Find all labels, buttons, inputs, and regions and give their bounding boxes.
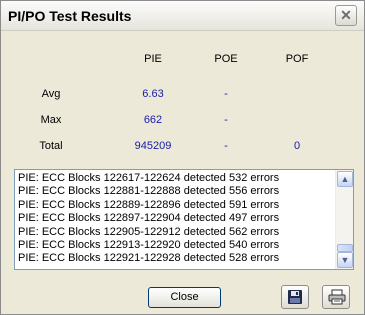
log-line: PIE: ECC Blocks 122921-122928 detected 5… — [18, 252, 280, 265]
log-line: PIE: ECC Blocks 122913-122920 detected 5… — [18, 239, 280, 252]
title-close-button[interactable]: ✕ — [335, 5, 357, 26]
log-line: PIE: ECC Blocks 122905-122912 detected 5… — [18, 225, 280, 238]
max-pie-value: 662 — [143, 114, 163, 126]
total-pof-value: 0 — [293, 140, 301, 152]
print-button[interactable] — [322, 285, 350, 309]
title-bar: PI/PO Test Results ✕ — [1, 1, 364, 31]
test-results-window: PI/PO Test Results ✕ PIE POE POF Avg 6.6… — [0, 0, 365, 315]
total-poe-value: - — [224, 140, 228, 152]
log-lines: PIE: ECC Blocks 122617-122624 detected 5… — [18, 172, 334, 266]
row-label-max: Max — [40, 114, 62, 126]
scroll-up-button[interactable]: ▲ — [337, 171, 353, 187]
scroll-thumb[interactable] — [337, 244, 353, 252]
header-pie: PIE — [144, 53, 162, 65]
log-line: PIE: ECC Blocks 122881-122888 detected 5… — [18, 185, 280, 198]
log-line: PIE: ECC Blocks 122897-122904 detected 4… — [18, 212, 280, 225]
error-log-list[interactable]: PIE: ECC Blocks 122617-122624 detected 5… — [14, 169, 354, 270]
avg-pie-value: 6.63 — [142, 88, 164, 100]
chevron-up-icon: ▲ — [340, 174, 350, 184]
floppy-disk-icon — [288, 290, 302, 304]
avg-poe-value: - — [224, 88, 228, 100]
header-pof: POF — [285, 53, 309, 65]
chevron-down-icon: ▼ — [340, 255, 350, 265]
scroll-down-button[interactable]: ▼ — [337, 252, 353, 268]
log-line: PIE: ECC Blocks 122889-122896 detected 5… — [18, 198, 280, 211]
header-poe: POE — [214, 53, 238, 65]
max-poe-value: - — [224, 114, 228, 126]
printer-icon — [328, 289, 346, 305]
log-line: PIE: ECC Blocks 122617-122624 detected 5… — [18, 172, 280, 184]
close-button[interactable]: Close — [148, 287, 221, 308]
total-pie-value: 945209 — [134, 140, 172, 152]
save-button[interactable] — [281, 285, 309, 309]
window-title: PI/PO Test Results — [8, 8, 132, 24]
close-icon: ✕ — [340, 7, 352, 23]
row-label-total: Total — [39, 140, 63, 152]
row-label-avg: Avg — [41, 88, 61, 100]
log-scrollbar[interactable]: ▲ ▼ — [335, 170, 353, 269]
